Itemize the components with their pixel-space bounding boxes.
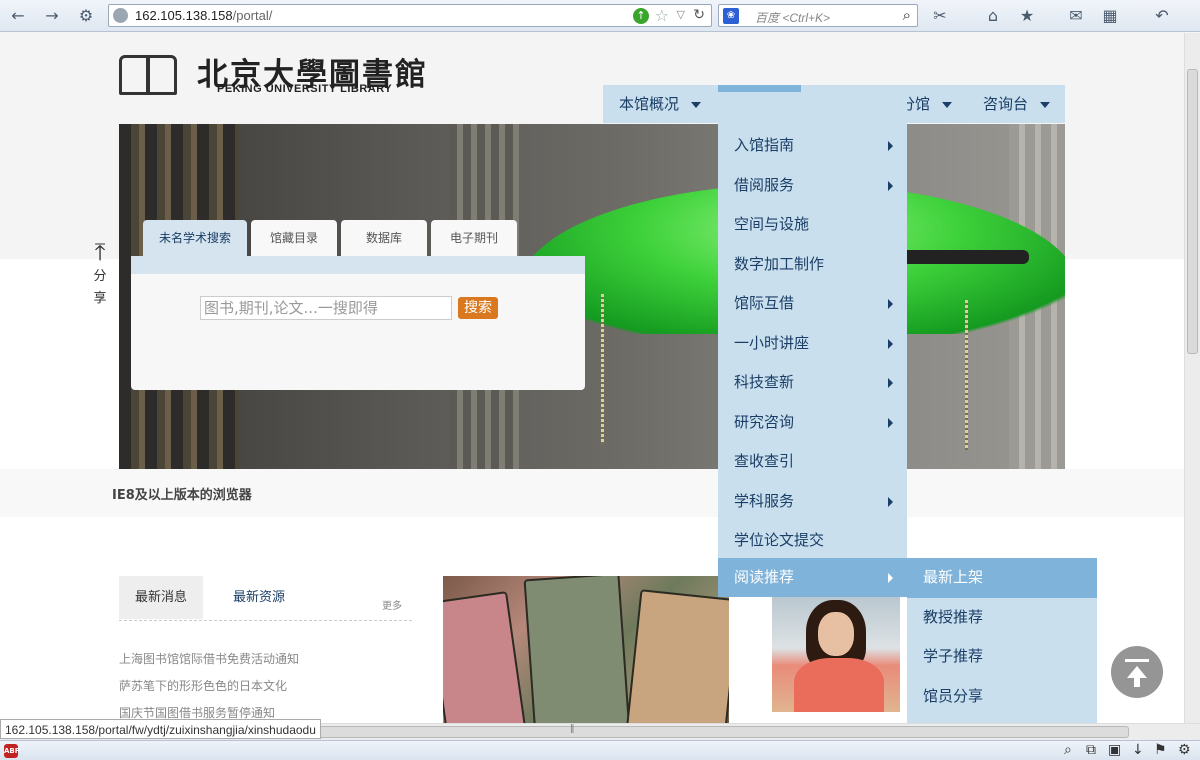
ancient-books-image[interactable] xyxy=(443,576,729,723)
nav-item-reference-desk[interactable]: 咨询台 xyxy=(967,85,1065,123)
vertical-scroll-thumb[interactable] xyxy=(1187,69,1198,354)
chevron-right-icon xyxy=(888,573,893,583)
download-icon[interactable]: ↓ xyxy=(1132,742,1144,758)
screenshot-icon[interactable]: ✂ xyxy=(930,6,950,26)
logo-emblem-icon xyxy=(119,55,177,95)
tab-ejournals[interactable]: 电子期刊 xyxy=(431,220,517,256)
more-link[interactable]: 更多 xyxy=(382,597,402,612)
zoom-icon[interactable]: ⌕ xyxy=(1064,742,1072,758)
library-logo[interactable]: 北京大學圖書館 PEKING UNIVERSITY LIBRARY xyxy=(119,51,439,99)
addons-icon[interactable]: ⚙ xyxy=(76,6,96,26)
window-icon[interactable]: ▣ xyxy=(1108,742,1121,758)
browser-toolbar: ← → ⚙ 162.105.138.158/portal/ ↑ ☆ ▽ ↻ ❀ … xyxy=(0,0,1200,32)
tab-scholar-search[interactable]: 未名学术搜索 xyxy=(143,220,247,256)
reload-icon[interactable]: ↻ xyxy=(693,7,705,23)
web-search-placeholder: 百度 <Ctrl+K> xyxy=(755,11,831,25)
menu-item-thesis-submission[interactable]: 学位论文提交 xyxy=(718,521,907,561)
vertical-scrollbar[interactable] xyxy=(1184,33,1200,723)
menu-item-one-hour-lecture[interactable]: 一小时讲座 xyxy=(718,324,907,364)
reader-photo[interactable] xyxy=(772,596,900,712)
address-bar[interactable]: 162.105.138.158/portal/ ↑ ☆ ▽ ↻ xyxy=(108,4,712,27)
menu-item-research-consulting[interactable]: 研究咨询 xyxy=(718,403,907,443)
address-text[interactable]: 162.105.138.158/portal/ xyxy=(135,8,272,23)
bookmark-star-icon[interactable]: ☆ xyxy=(655,6,669,25)
submenu-item-new-arrivals[interactable]: 最新上架 xyxy=(907,558,1097,598)
web-search-box[interactable]: ❀ 百度 <Ctrl+K> ⌕ xyxy=(718,4,918,27)
site-identity-icon[interactable] xyxy=(113,8,128,23)
tab-catalog[interactable]: 馆藏目录 xyxy=(251,220,337,256)
reading-submenu: 最新上架 教授推荐 学子推荐 馆员分享 xyxy=(907,558,1097,723)
search-button[interactable]: 搜索 xyxy=(458,297,498,319)
menu-item-subject-services[interactable]: 学科服务 xyxy=(718,482,907,522)
chevron-right-icon xyxy=(888,417,893,428)
tab-databases[interactable]: 数据库 xyxy=(341,220,427,256)
submenu-item-student-picks[interactable]: 学子推荐 xyxy=(907,637,1097,677)
mail-icon[interactable]: ✉ xyxy=(1066,6,1086,26)
go-icon[interactable]: ↑ xyxy=(633,8,649,24)
search-icon[interactable]: ⌕ xyxy=(903,6,911,24)
forward-icon[interactable]: → xyxy=(42,6,62,26)
tab-latest-resources[interactable]: 最新资源 xyxy=(233,576,285,619)
search-input[interactable]: 图书,期刊,论文...一搜即得 xyxy=(200,296,452,320)
sync-icon[interactable]: ⚑ xyxy=(1154,742,1167,758)
back-to-top-button[interactable] xyxy=(1111,646,1163,698)
nav-item-overview[interactable]: 本馆概况 xyxy=(603,85,717,123)
chevron-right-icon xyxy=(888,180,893,191)
chevron-right-icon xyxy=(888,338,893,349)
history-dropdown-icon[interactable]: ▽ xyxy=(677,8,685,21)
browser-notice: IE8及以上版本的浏览器 xyxy=(112,488,252,503)
popup-icon[interactable]: ⧉ xyxy=(1086,742,1096,758)
chevron-down-icon xyxy=(942,101,953,108)
search-panel: 图书,期刊,论文...一搜即得 搜索 xyxy=(131,256,585,390)
submenu-item-librarian-share[interactable]: 馆员分享 xyxy=(907,677,1097,717)
logo-english-name: PEKING UNIVERSITY LIBRARY xyxy=(217,83,393,95)
menu-item-citation-check[interactable]: 查收查引 xyxy=(718,442,907,482)
chevron-down-icon xyxy=(1040,101,1051,108)
chevron-down-icon xyxy=(691,101,702,108)
apps-icon[interactable]: ▦ xyxy=(1100,6,1120,26)
chevron-right-icon xyxy=(888,378,893,388)
home-icon[interactable]: ⌂ xyxy=(983,6,1003,26)
menu-item-reading-recommendation[interactable]: 阅读推荐 xyxy=(718,558,907,597)
browser-statusbar: ABP ⌕ ⧉ ▣ ↓ ⚑ ⚙ xyxy=(0,740,1200,760)
menu-item-spaces[interactable]: 空间与设施 xyxy=(718,205,907,245)
list-item[interactable]: 萨苏笔下的形形色色的日本文化 xyxy=(119,677,287,694)
menu-item-entry-guide[interactable]: 入馆指南 xyxy=(718,126,907,166)
undo-close-tab-icon[interactable]: ↶ xyxy=(1152,6,1172,26)
list-item[interactable]: 上海图书馆馆际借书免费活动通知 xyxy=(119,650,299,667)
menu-item-interlibrary-loan[interactable]: 馆际互借 xyxy=(718,284,907,324)
chevron-right-icon xyxy=(888,141,893,151)
back-icon[interactable]: ← xyxy=(8,6,28,26)
menu-item-novelty-search[interactable]: 科技查新 xyxy=(718,363,907,403)
baidu-engine-icon[interactable]: ❀ xyxy=(723,8,739,24)
menu-item-digitization[interactable]: 数字加工制作 xyxy=(718,245,907,285)
services-dropdown: 入馆指南 借阅服务 空间与设施 数字加工制作 馆际互借 一小时讲座 科技查新 研… xyxy=(718,92,907,566)
chevron-right-icon xyxy=(888,496,893,507)
settings-icon[interactable]: ⚙ xyxy=(1178,742,1191,758)
menu-item-circulation[interactable]: 借阅服务 xyxy=(718,166,907,206)
adblock-icon[interactable]: ABP xyxy=(4,744,20,758)
share-widget[interactable]: ⤒ 分 享 xyxy=(86,238,114,310)
share-icon: ⤒ xyxy=(94,238,106,266)
chevron-right-icon xyxy=(888,299,893,309)
tab-latest-news[interactable]: 最新消息 xyxy=(119,576,204,619)
link-status-url: 162.105.138.158/portal/fw/ydtj/zuixinsha… xyxy=(0,719,321,739)
bookmarks-icon[interactable]: ★ xyxy=(1017,6,1037,26)
submenu-item-professor-picks[interactable]: 教授推荐 xyxy=(907,598,1097,638)
